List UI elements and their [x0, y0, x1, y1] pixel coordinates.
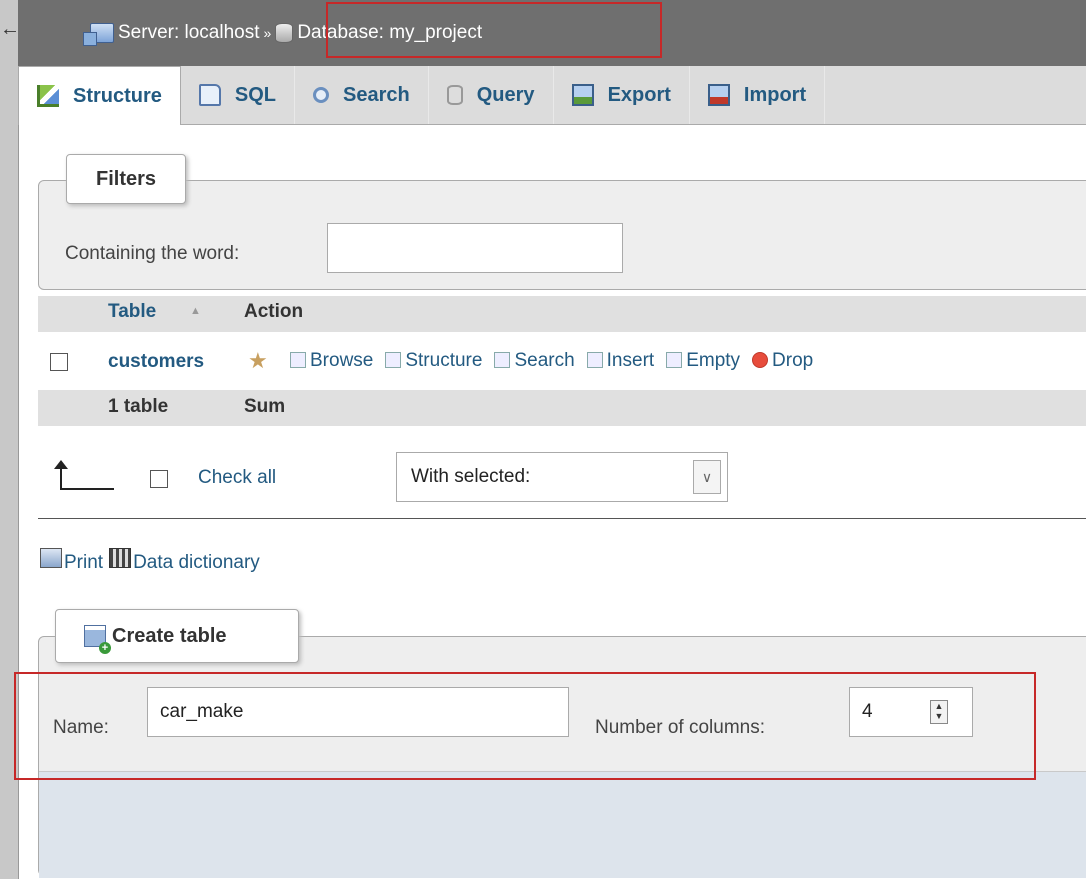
insert-icon: [586, 352, 603, 368]
structure-icon: [385, 352, 402, 368]
filters-fieldset: Filters Containing the word:: [38, 154, 1086, 290]
bulk-actions: Check all With selected: ∨: [38, 452, 1086, 512]
browse-label: Browse: [310, 350, 374, 371]
server-icon: [83, 23, 114, 46]
table-header: Table ▲ Action: [38, 296, 1086, 332]
empty-label: Empty: [686, 350, 741, 371]
containing-word-label: Containing the word:: [65, 243, 240, 264]
table-name-value: car_make: [160, 701, 244, 722]
breadcrumb-bar: Server: localhost » Database: my_project: [18, 0, 1086, 67]
tab-import-label: Import: [743, 83, 807, 106]
data-dictionary-icon: [109, 548, 132, 568]
drop-action[interactable]: Drop: [752, 350, 813, 372]
create-table-legend: Create table: [55, 609, 299, 663]
tab-export[interactable]: Export: [554, 66, 690, 124]
tab-sql[interactable]: SQL: [181, 66, 296, 124]
create-table-icon: [84, 625, 111, 654]
tab-structure-label: Structure: [73, 84, 162, 107]
import-icon: [707, 84, 730, 106]
print-link[interactable]: Print: [40, 548, 103, 574]
divider: [38, 518, 1086, 519]
table-name-link[interactable]: customers: [108, 351, 204, 373]
filters-legend: Filters: [66, 154, 186, 204]
tab-search[interactable]: Search: [295, 66, 429, 124]
number-of-columns-value: 4: [862, 701, 873, 722]
data-dictionary-link[interactable]: Data dictionary: [109, 548, 260, 574]
search-action[interactable]: Search: [494, 350, 575, 372]
tab-import[interactable]: Import: [690, 66, 826, 124]
row-actions: Browse Structure Search Insert Empty Dro…: [290, 350, 813, 372]
name-label: Name:: [53, 717, 109, 738]
breadcrumb: Server: localhost » Database: my_project: [83, 18, 482, 48]
search-icon: [313, 87, 330, 103]
database-icon: [275, 23, 294, 43]
insert-action[interactable]: Insert: [586, 350, 655, 372]
tab-export-label: Export: [607, 83, 671, 106]
table-footer: 1 table Sum: [38, 390, 1086, 426]
spinner-arrows-icon[interactable]: ▲ ▼: [930, 700, 948, 724]
empty-action[interactable]: Empty: [666, 350, 740, 372]
breadcrumb-separator: »: [263, 25, 272, 41]
tab-search-label: Search: [343, 83, 410, 106]
left-frame: ←: [0, 0, 20, 879]
sum-label: Sum: [244, 396, 286, 417]
print-links: Print Data dictionary: [40, 548, 260, 574]
breadcrumb-database[interactable]: Database: my_project: [297, 22, 482, 44]
structure-icon: [37, 85, 59, 107]
tab-query-label: Query: [476, 83, 535, 106]
structure-action[interactable]: Structure: [385, 350, 482, 372]
row-checkbox[interactable]: [50, 353, 68, 371]
tab-structure[interactable]: Structure: [18, 66, 181, 125]
insert-label: Insert: [606, 350, 655, 371]
check-all-checkbox[interactable]: [150, 470, 168, 488]
empty-icon: [666, 352, 683, 368]
create-table-footer: [39, 771, 1086, 878]
number-of-columns-label: Number of columns:: [595, 717, 766, 738]
check-all-label[interactable]: Check all: [198, 467, 276, 489]
with-selected-dropdown[interactable]: With selected: ∨: [396, 452, 728, 502]
breadcrumb-server[interactable]: Server: localhost: [118, 22, 260, 44]
number-of-columns-stepper[interactable]: 4 ▲ ▼: [849, 687, 973, 737]
print-label: Print: [64, 552, 104, 573]
drop-icon: [752, 352, 769, 368]
search-label: Search: [514, 350, 575, 371]
search-icon: [494, 352, 511, 368]
containing-word-input[interactable]: [327, 223, 623, 273]
favorite-star-icon[interactable]: ★: [248, 348, 268, 374]
browse-action[interactable]: Browse: [290, 350, 373, 372]
table-count: 1 table: [108, 396, 169, 417]
arrow-up-icon: [54, 460, 116, 490]
structure-label: Structure: [405, 350, 483, 371]
column-header-table[interactable]: Table: [108, 301, 156, 323]
main-tabs: Structure SQL Search Query Export Import: [18, 66, 1086, 125]
query-icon: [446, 85, 463, 105]
with-selected-value: With selected:: [411, 466, 531, 487]
sort-ascending-icon: ▲: [190, 305, 201, 317]
create-table-fieldset: Create table Name: car_make Number of co…: [38, 609, 1086, 878]
drop-label: Drop: [772, 350, 814, 371]
print-icon: [40, 548, 62, 568]
tab-sql-label: SQL: [234, 83, 277, 106]
column-header-action: Action: [244, 301, 304, 322]
data-dictionary-label: Data dictionary: [133, 552, 260, 573]
sql-icon: [198, 84, 221, 106]
table-name-input[interactable]: car_make: [147, 687, 569, 737]
back-arrow-icon[interactable]: ←: [0, 18, 20, 41]
table-row: customers ★ Browse Structure Search Inse…: [38, 340, 1086, 384]
export-icon: [571, 84, 594, 106]
create-table-title: Create table: [112, 624, 227, 647]
browse-icon: [290, 352, 306, 368]
tab-query[interactable]: Query: [429, 66, 554, 124]
chevron-down-icon: ∨: [693, 460, 721, 494]
